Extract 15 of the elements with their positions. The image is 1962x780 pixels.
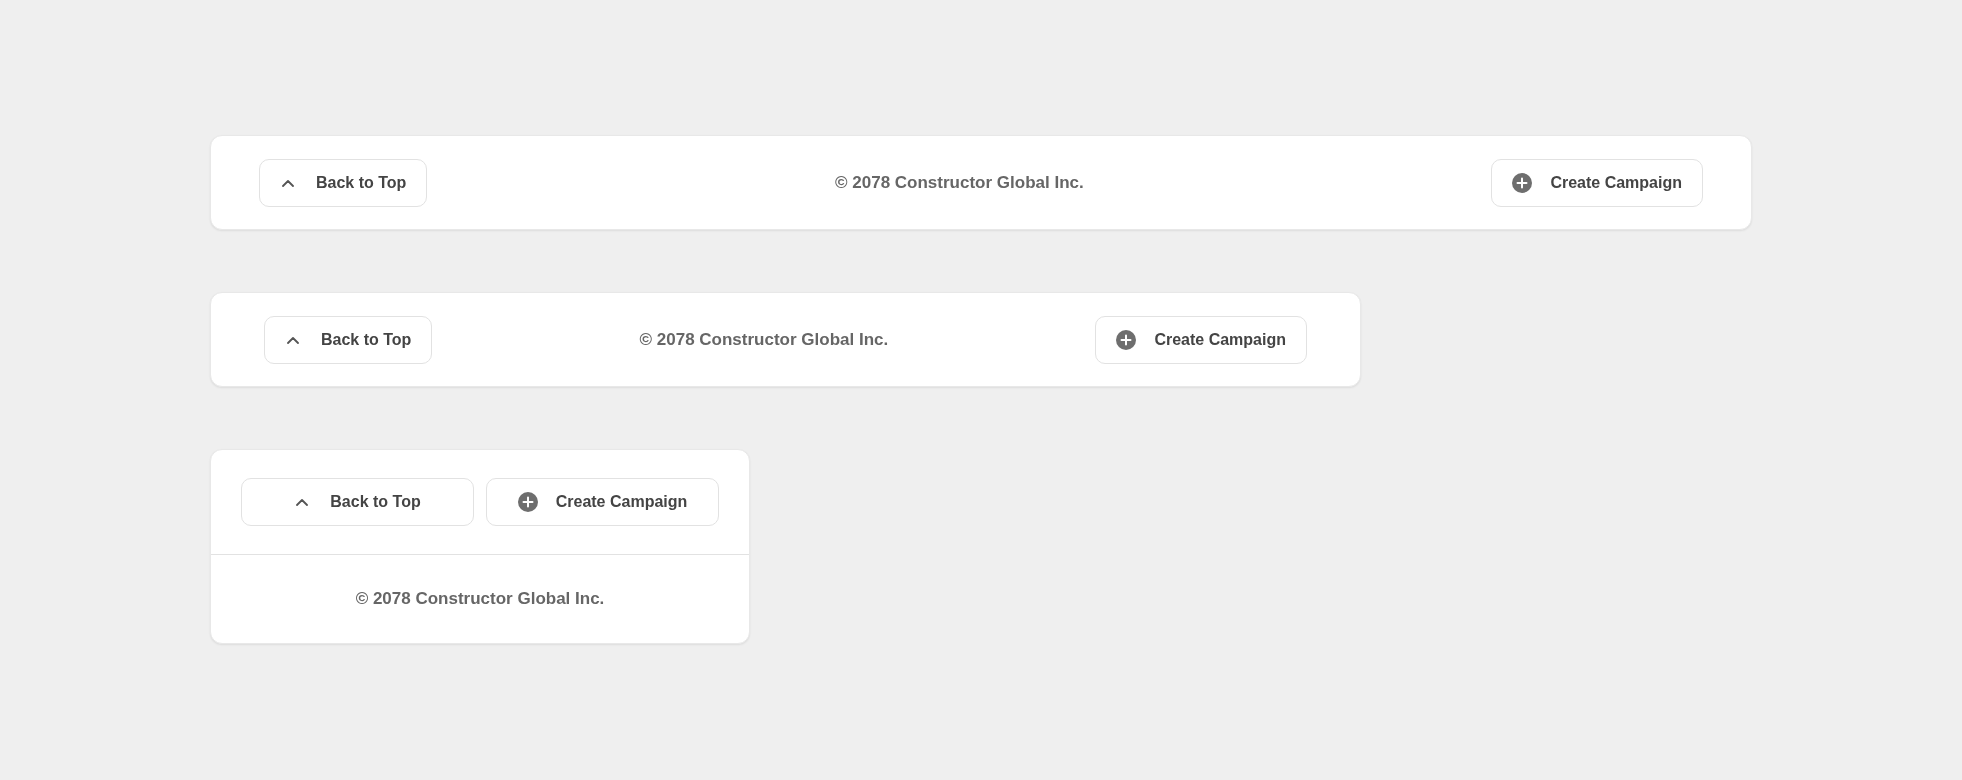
back-to-top-button[interactable]: Back to Top bbox=[264, 315, 433, 364]
back-to-top-button[interactable]: Back to Top bbox=[241, 478, 474, 526]
chevron-up-icon bbox=[287, 335, 299, 344]
chevron-up-icon bbox=[296, 498, 309, 506]
back-to-top-button[interactable]: Back to Top bbox=[259, 158, 428, 207]
plus-circle-icon bbox=[1512, 172, 1533, 193]
copyright-text: © 2078 Constructor Global Inc. bbox=[835, 172, 1084, 193]
plus-circle-icon bbox=[517, 492, 538, 512]
create-campaign-button[interactable]: Create Campaign bbox=[1491, 158, 1703, 207]
copyright-text: © 2078 Constructor Global Inc. bbox=[639, 329, 889, 350]
copyright-text: © 2078 Constructor Global Inc. bbox=[355, 589, 605, 609]
create-campaign-button[interactable]: Create Campaign bbox=[486, 478, 719, 526]
plus-circle-icon bbox=[1116, 329, 1137, 350]
chevron-up-icon bbox=[282, 178, 294, 187]
create-campaign-button[interactable]: Create Campaign bbox=[1095, 315, 1307, 364]
